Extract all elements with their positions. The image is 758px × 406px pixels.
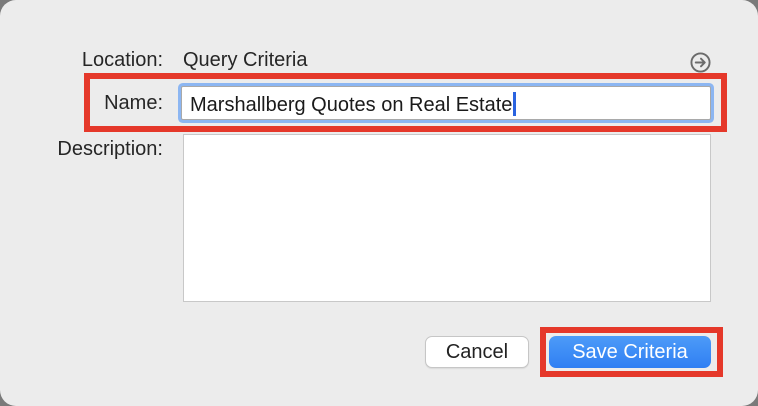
save-criteria-dialog: Location: Query Criteria Name: Marshallb… [0,0,758,406]
arrow-circle-right-icon[interactable] [690,52,711,73]
name-field[interactable]: Marshallberg Quotes on Real Estate [181,86,711,120]
name-field-value: Marshallberg Quotes on Real Estate [190,94,513,116]
location-value: Query Criteria [183,49,308,71]
name-label: Name: [104,92,163,114]
text-caret [513,92,517,116]
cancel-button[interactable]: Cancel [425,336,529,368]
location-label: Location: [81,49,163,71]
description-label: Description: [57,138,163,160]
description-field[interactable] [183,134,711,302]
save-criteria-button[interactable]: Save Criteria [549,336,711,368]
